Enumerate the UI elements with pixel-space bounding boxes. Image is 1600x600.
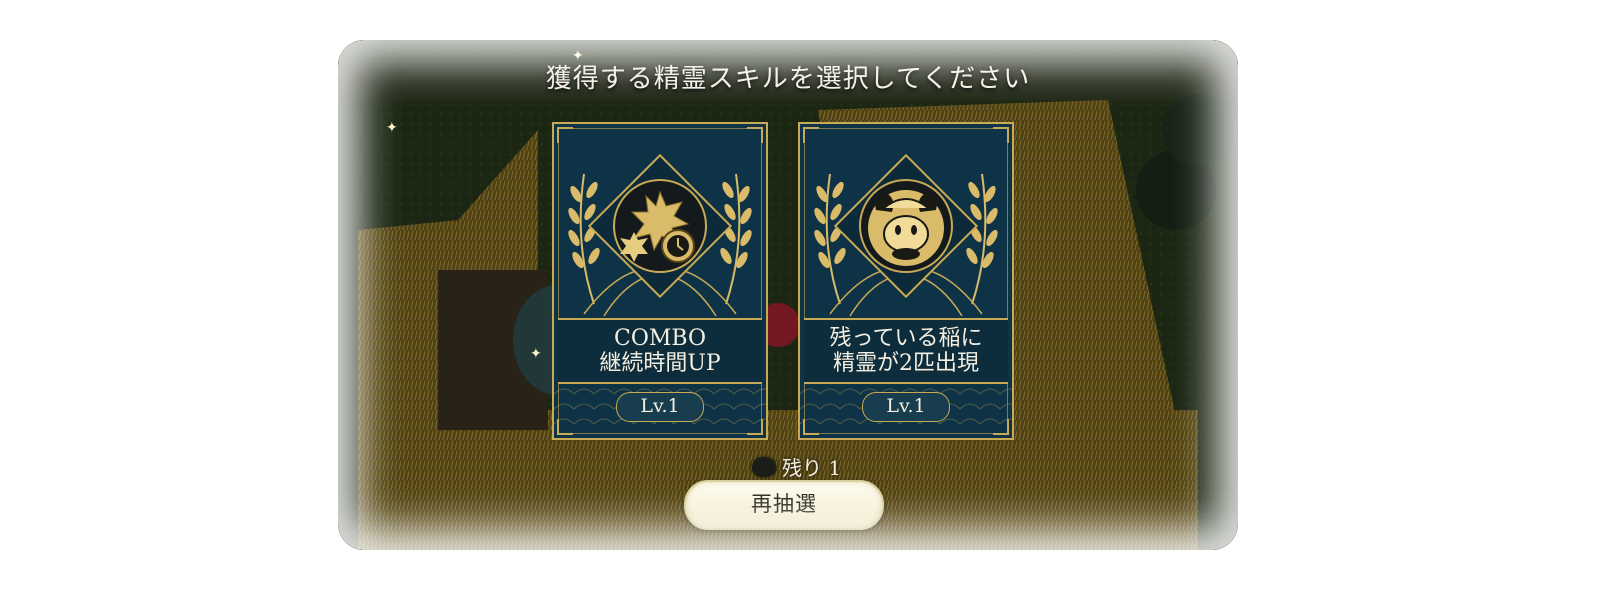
remaining-label: 残り 1: [782, 456, 842, 480]
skill-name-line2: 継続時間UP: [599, 351, 721, 376]
remaining-rerolls: 残り 1: [752, 452, 841, 481]
corner-ornament: [557, 419, 573, 435]
rice-spirit-icon: [868, 190, 944, 266]
corner-ornament: [557, 127, 573, 143]
wheat-right-icon: [720, 173, 752, 305]
corner-ornament: [747, 127, 763, 143]
skill-level-badge: Lv.1: [616, 392, 704, 422]
skill-name-line2: 精霊が2匹出現: [833, 351, 979, 376]
corner-ornament: [993, 127, 1009, 143]
game-scene: ✦ ✦ ✦ 獲得する精霊スキルを選択してください COMBO 継続時間UP Lv…: [338, 40, 1238, 550]
skill-name-line1: 残っている稲に: [829, 326, 983, 351]
corner-ornament: [747, 419, 763, 435]
card-art: [554, 153, 766, 425]
corner-ornament: [803, 127, 819, 143]
skill-level-badge: Lv.1: [862, 392, 950, 422]
skill-card-combo[interactable]: COMBO 継続時間UP Lv.1: [552, 122, 768, 440]
corner-ornament: [803, 419, 819, 435]
wheat-left-icon: [568, 173, 600, 305]
wheat-left-icon: [814, 173, 846, 305]
skill-name-line1: COMBO: [613, 326, 706, 351]
selection-prompt: 獲得する精霊スキルを選択してください: [545, 64, 1031, 94]
reroll-button[interactable]: 再抽選: [684, 480, 884, 530]
skill-name: 残っている稲に 精霊が2匹出現: [804, 318, 1008, 384]
skill-card-spirit[interactable]: 残っている稲に 精霊が2匹出現 Lv.1: [798, 122, 1014, 440]
sparkle-icon: ✦: [386, 120, 398, 136]
sparkle-icon: ✦: [530, 346, 542, 362]
corner-ornament: [993, 419, 1009, 435]
wheat-right-icon: [966, 173, 998, 305]
skill-name: COMBO 継続時間UP: [558, 318, 762, 384]
spirit-bag-icon: [752, 456, 776, 477]
card-art: [800, 153, 1012, 425]
